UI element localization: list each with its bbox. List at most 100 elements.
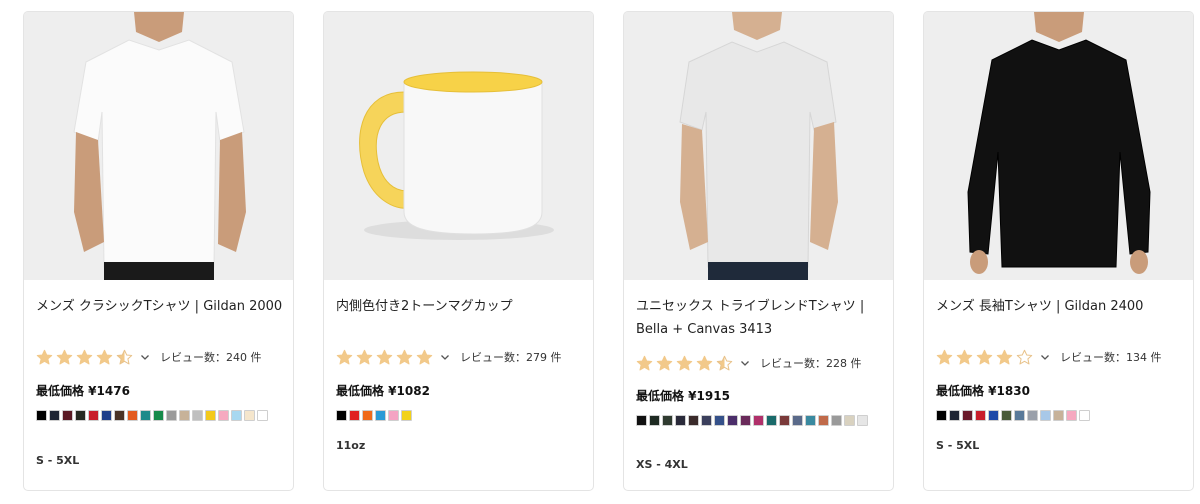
color-swatch[interactable] <box>988 410 999 421</box>
color-swatch[interactable] <box>401 410 412 421</box>
color-swatch[interactable] <box>88 410 99 421</box>
color-swatches <box>936 410 1184 423</box>
color-swatch[interactable] <box>362 410 373 421</box>
star-icon <box>116 349 133 364</box>
star-icon <box>976 349 993 364</box>
rating-row[interactable]: レビュー数：279 件 <box>336 347 562 367</box>
color-swatch[interactable] <box>857 415 868 426</box>
color-swatch[interactable] <box>1079 410 1090 421</box>
color-swatch[interactable] <box>636 415 647 426</box>
color-swatch[interactable] <box>1066 410 1077 421</box>
color-swatch[interactable] <box>75 410 86 421</box>
color-swatch[interactable] <box>114 410 125 421</box>
color-swatch[interactable] <box>166 410 177 421</box>
color-swatch[interactable] <box>818 415 829 426</box>
star-rating <box>36 349 136 366</box>
star-icon <box>716 355 733 370</box>
product-title[interactable]: メンズ クラシックTシャツ | Gildan 2000 <box>36 295 286 318</box>
color-swatch[interactable] <box>962 410 973 421</box>
color-swatch[interactable] <box>949 410 960 421</box>
color-swatch[interactable] <box>205 410 216 421</box>
color-swatch[interactable] <box>675 415 686 426</box>
color-swatch[interactable] <box>975 410 986 421</box>
color-swatch[interactable] <box>1053 410 1064 421</box>
product-card[interactable]: ユニセックス トライブレンドTシャツ | Bella + Canvas 3413… <box>623 11 894 491</box>
color-swatch[interactable] <box>349 410 360 421</box>
product-title[interactable]: メンズ 長袖Tシャツ | Gildan 2400 <box>936 295 1186 318</box>
color-swatch[interactable] <box>766 415 777 426</box>
color-swatch[interactable] <box>727 415 738 426</box>
color-swatches <box>336 410 584 423</box>
color-swatch[interactable] <box>792 415 803 426</box>
color-swatch[interactable] <box>140 410 151 421</box>
color-swatches <box>36 410 284 423</box>
color-swatch[interactable] <box>153 410 164 421</box>
star-icon <box>416 349 433 364</box>
color-swatch[interactable] <box>62 410 73 421</box>
product-image[interactable] <box>24 12 293 280</box>
review-count: レビュー数：228 件 <box>760 357 862 370</box>
color-swatch[interactable] <box>649 415 660 426</box>
star-icon <box>656 355 673 370</box>
color-swatch[interactable] <box>1040 410 1051 421</box>
color-swatch[interactable] <box>36 410 47 421</box>
color-swatch[interactable] <box>257 410 268 421</box>
rating-row[interactable]: レビュー数：134 件 <box>936 347 1162 367</box>
color-swatch[interactable] <box>779 415 790 426</box>
product-image[interactable] <box>324 12 593 280</box>
star-icon <box>96 349 113 364</box>
color-swatch[interactable] <box>218 410 229 421</box>
size-range: 11oz <box>336 439 366 452</box>
product-title[interactable]: 内側色付き2トーンマグカップ <box>336 295 586 318</box>
color-swatch[interactable] <box>192 410 203 421</box>
star-rating <box>336 349 436 366</box>
product-grid: メンズ クラシックTシャツ | Gildan 2000 レビュー数：240 件 … <box>0 0 1200 504</box>
size-range: S - 5XL <box>36 454 80 467</box>
chevron-down-icon[interactable] <box>1040 352 1050 362</box>
product-title[interactable]: ユニセックス トライブレンドTシャツ | Bella + Canvas 3413 <box>636 295 886 341</box>
color-swatch[interactable] <box>231 410 242 421</box>
color-swatch[interactable] <box>805 415 816 426</box>
price-label: 最低価格 ¥1082 <box>336 384 430 398</box>
color-swatches <box>636 415 884 428</box>
color-swatch[interactable] <box>936 410 947 421</box>
price-label: 最低価格 ¥1915 <box>636 389 730 403</box>
chevron-down-icon[interactable] <box>140 352 150 362</box>
star-icon <box>936 349 953 364</box>
size-range: XS - 4XL <box>636 458 688 471</box>
color-swatch[interactable] <box>127 410 138 421</box>
color-swatch[interactable] <box>688 415 699 426</box>
color-swatch[interactable] <box>179 410 190 421</box>
color-swatch[interactable] <box>101 410 112 421</box>
color-swatch[interactable] <box>388 410 399 421</box>
star-icon <box>1016 349 1033 364</box>
color-swatch[interactable] <box>714 415 725 426</box>
product-card[interactable]: メンズ クラシックTシャツ | Gildan 2000 レビュー数：240 件 … <box>23 11 294 491</box>
size-range: S - 5XL <box>936 439 980 452</box>
color-swatch[interactable] <box>1027 410 1038 421</box>
star-icon <box>636 355 653 370</box>
color-swatch[interactable] <box>662 415 673 426</box>
chevron-down-icon[interactable] <box>740 358 750 368</box>
color-swatch[interactable] <box>701 415 712 426</box>
review-count: レビュー数：134 件 <box>1060 351 1162 364</box>
color-swatch[interactable] <box>375 410 386 421</box>
color-swatch[interactable] <box>244 410 255 421</box>
color-swatch[interactable] <box>336 410 347 421</box>
product-card[interactable]: メンズ 長袖Tシャツ | Gildan 2400 レビュー数：134 件 最低価… <box>923 11 1194 491</box>
color-swatch[interactable] <box>49 410 60 421</box>
product-card[interactable]: 内側色付き2トーンマグカップ レビュー数：279 件 最低価格 ¥1082 11… <box>323 11 594 491</box>
review-count: レビュー数：279 件 <box>460 351 562 364</box>
color-swatch[interactable] <box>1001 410 1012 421</box>
rating-row[interactable]: レビュー数：228 件 <box>636 353 862 373</box>
product-image[interactable] <box>924 12 1193 280</box>
star-icon <box>376 349 393 364</box>
chevron-down-icon[interactable] <box>440 352 450 362</box>
color-swatch[interactable] <box>831 415 842 426</box>
color-swatch[interactable] <box>1014 410 1025 421</box>
color-swatch[interactable] <box>844 415 855 426</box>
rating-row[interactable]: レビュー数：240 件 <box>36 347 262 367</box>
product-image[interactable] <box>624 12 893 280</box>
color-swatch[interactable] <box>740 415 751 426</box>
color-swatch[interactable] <box>753 415 764 426</box>
